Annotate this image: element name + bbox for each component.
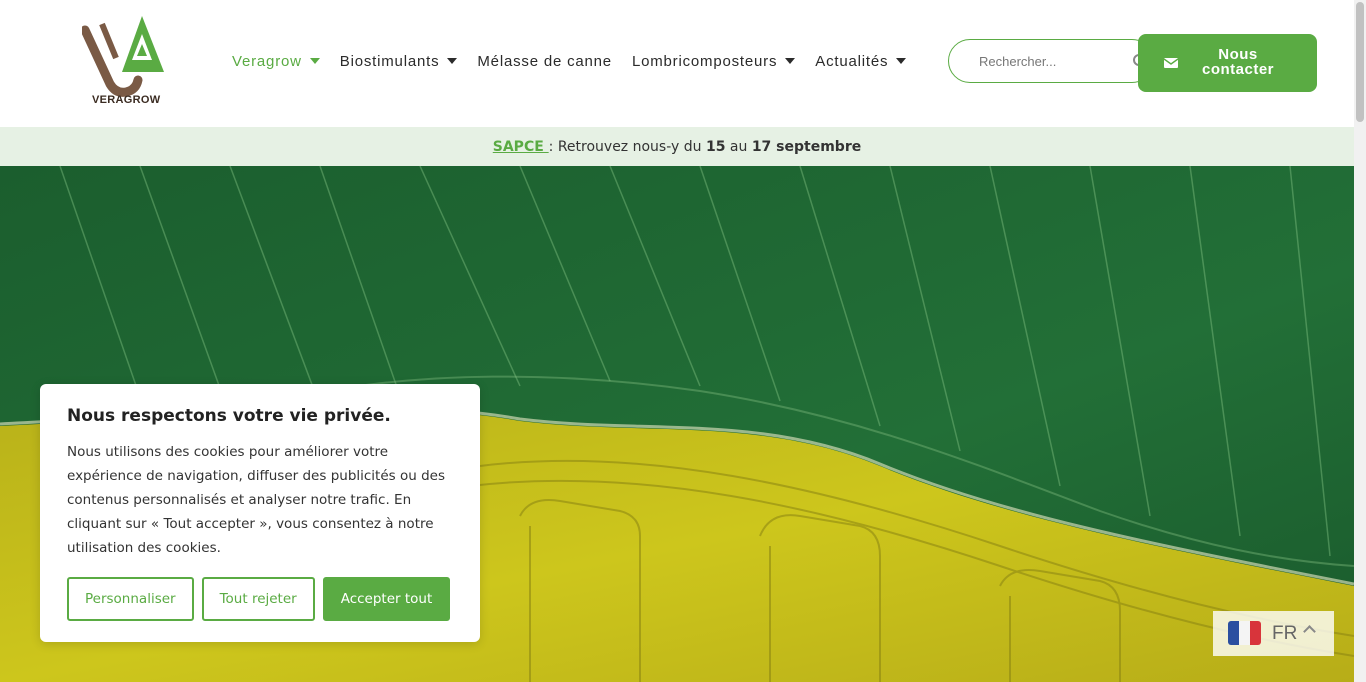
nav-item-lombricomposteurs[interactable]: Lombricomposteurs [631,52,796,70]
logo-wordmark: VERAGROW [92,94,161,106]
cookie-buttons: Personnaliser Tout rejeter Accepter tout [67,577,458,621]
nav-item-melasse[interactable]: Mélasse de canne [477,53,612,70]
cookie-title: Nous respectons votre vie privée. [67,406,391,426]
announcement-date-start: 15 [705,138,726,155]
cookie-consent-dialog: Nous respectons votre vie privée. Nous u… [40,384,480,642]
main-nav: Veragrow Biostimulants Mélasse de canne … [232,50,926,72]
cookie-body: Nous utilisons des cookies pour améliore… [67,444,445,556]
nav-label: Veragrow [232,52,302,70]
envelope-icon [1164,58,1178,68]
search-box [948,39,1154,83]
nav-label: Biostimulants [339,52,440,70]
scrollbar-thumb[interactable] [1356,2,1364,122]
language-code: FR [1272,623,1298,644]
announcement-bar: SAPCE : Retrouvez nous-y du 15 au 17 sep… [0,127,1354,166]
page-scrollbar[interactable] [1354,0,1366,682]
chevron-down-icon [309,58,320,64]
nav-label: Lombricomposteurs [631,52,778,70]
announcement-date-end: 17 septembre [751,138,862,155]
chevron-down-icon [896,58,907,64]
nav-item-veragrow[interactable]: Veragrow [232,53,320,70]
accept-all-button[interactable]: Accepter tout [322,577,451,621]
france-flag-icon [1228,621,1261,645]
reject-all-button[interactable]: Tout rejeter [201,577,315,621]
site-header: VERAGROW Veragrow Biostimulants Mélasse … [0,0,1354,127]
language-switcher[interactable]: FR [1213,611,1334,656]
nav-label: Actualités [815,52,889,70]
announcement-link[interactable]: SAPCE [493,139,549,155]
nav-item-actualites[interactable]: Actualités [815,52,907,70]
chevron-down-icon [785,58,796,64]
contact-button[interactable]: Nous contacter [1138,34,1317,92]
chevron-down-icon [447,58,458,64]
customize-button[interactable]: Personnaliser [67,577,194,621]
announcement-text-mid: au [725,138,752,155]
contact-button-label: Nous contacter [1201,46,1275,78]
announcement-text: : Retrouvez nous-y du [548,138,706,155]
search-input[interactable] [979,40,1149,82]
nav-item-biostimulants[interactable]: Biostimulants [340,53,458,70]
nav-label: Mélasse de canne [477,52,612,70]
chevron-up-icon [1303,625,1316,638]
